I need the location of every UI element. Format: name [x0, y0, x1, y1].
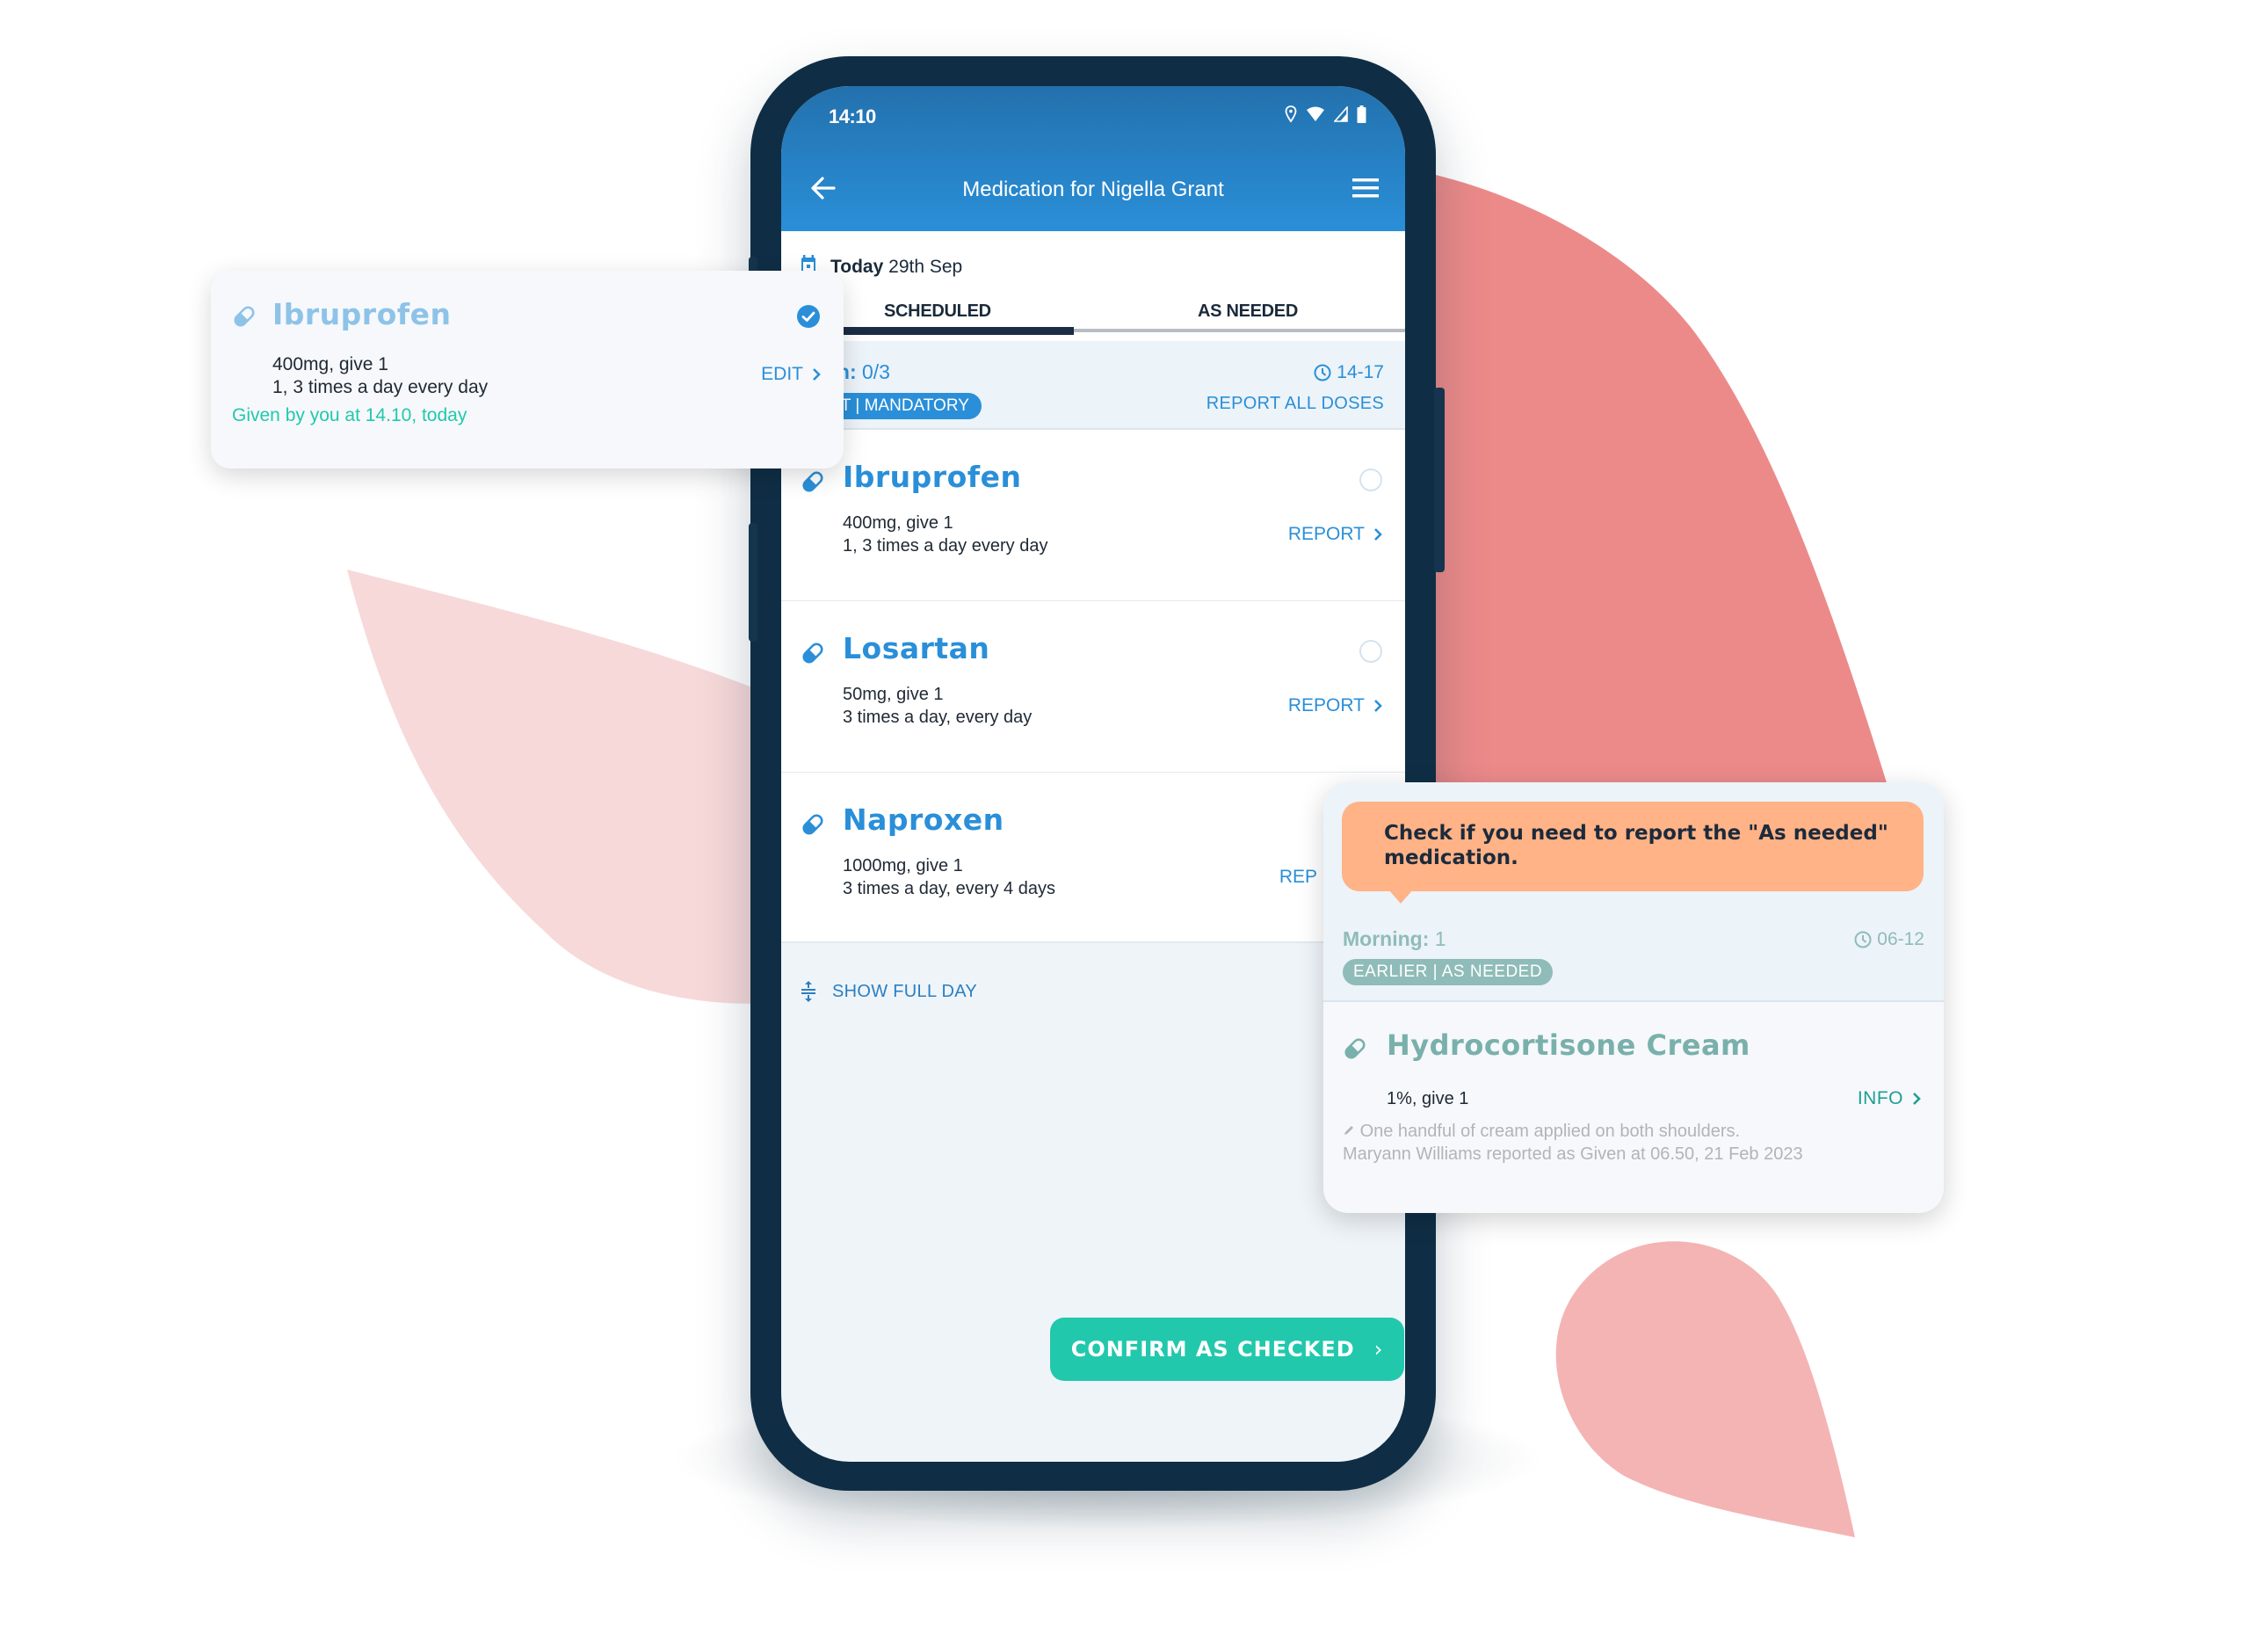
status-time: 14:10 — [829, 105, 876, 127]
as-needed-card: Check if you need to report the "As need… — [1323, 782, 1944, 1213]
chevron-right-icon — [1913, 1093, 1921, 1105]
report-note: One handful of cream applied on both sho… — [1343, 1120, 1803, 1166]
signal-icon — [1334, 106, 1348, 122]
coral-leaf-shape — [1432, 174, 1916, 879]
note-text: One handful of cream applied on both sho… — [1359, 1122, 1741, 1141]
show-full-day-button[interactable]: SHOW FULL DAY — [801, 980, 977, 1003]
medication-dose: 1000mg, give 1 — [843, 856, 963, 875]
period-label: Morning: 1 — [1343, 927, 1446, 951]
pill-icon — [802, 643, 823, 664]
location-icon — [1285, 105, 1297, 123]
tab-scheduled[interactable]: SCHEDULED — [884, 301, 991, 322]
date-and-tabs: Today 29th Sep SCHEDULED AS NEEDED — [781, 231, 1405, 341]
as-needed-header: Check if you need to report the "As need… — [1323, 782, 1944, 1002]
date-value: 29th Sep — [888, 257, 963, 277]
period-count: 1 — [1434, 927, 1446, 950]
medication-schedule: 3 times a day, every day — [843, 708, 1033, 727]
period-name: Morning: — [1343, 927, 1430, 950]
pill-icon — [1344, 1038, 1366, 1059]
checked-circle-icon[interactable] — [796, 304, 821, 329]
confirm-label: CONFIRM AS CHECKED — [1070, 1337, 1355, 1362]
reported-by-text: Maryann Williams reported as Given at 06… — [1343, 1144, 1803, 1164]
phone-volume-button-lower — [749, 523, 757, 642]
status-badge: EARLIER | AS NEEDED — [1343, 959, 1554, 985]
medication-name: Ibruprofen — [272, 297, 452, 331]
wifi-icon — [1307, 106, 1324, 121]
medication-name: Ibruprofen — [843, 460, 1022, 494]
clock-icon — [1854, 931, 1872, 948]
hamburger-menu-icon[interactable] — [1352, 176, 1379, 200]
medication-details: 400mg, give 1 1, 3 times a day every day — [843, 512, 1047, 557]
medication-dose: 50mg, give 1 — [843, 685, 944, 704]
tooltip-bubble: Check if you need to report the "As need… — [1342, 802, 1924, 891]
chevron-right-icon — [813, 368, 821, 381]
medication-dose: 400mg, give 1 — [843, 513, 953, 533]
chevron-right-icon: › — [1373, 1337, 1384, 1362]
phone-screen: 14:10 Medication for Nigella Grant Today… — [781, 86, 1405, 1462]
medication-schedule: 3 times a day, every 4 days — [843, 879, 1055, 898]
pill-icon — [802, 471, 823, 492]
edit-label: EDIT — [761, 364, 803, 384]
medication-name: Naproxen — [843, 803, 1004, 837]
clock-icon — [1314, 364, 1331, 381]
period-time: 14-17 — [1314, 362, 1384, 383]
given-medication-card[interactable]: Ibruprofen 400mg, give 1 1, 3 times a da… — [211, 271, 844, 468]
chevron-right-icon — [1374, 700, 1382, 712]
report-label: REP — [1279, 867, 1317, 887]
pink-teardrop-shape — [1555, 1241, 1855, 1537]
medication-details: 1000mg, give 1 3 times a day, every 4 da… — [843, 854, 1055, 900]
given-status-text: Given by you at 14.10, today — [232, 405, 467, 425]
report-button[interactable]: REPORT — [1288, 695, 1382, 716]
current-date: Today 29th Sep — [830, 257, 962, 278]
medication-dose: 1%, give 1 — [1387, 1089, 1469, 1108]
time-range: 14-17 — [1337, 362, 1384, 382]
pencil-icon — [1344, 1126, 1353, 1135]
page-title: Medication for Nigella Grant — [962, 178, 1224, 201]
expand-vertical-icon — [801, 981, 815, 1002]
medication-details: 400mg, give 1 1, 3 times a day every day — [272, 353, 488, 399]
info-label: INFO — [1857, 1088, 1903, 1108]
dose-checkbox[interactable] — [1359, 468, 1382, 491]
date-label: Today — [830, 257, 884, 277]
info-button[interactable]: INFO — [1858, 1088, 1921, 1109]
medication-schedule: 1, 3 times a day every day — [843, 536, 1048, 556]
report-label: REPORT — [1287, 695, 1365, 715]
show-full-day-label: SHOW FULL DAY — [832, 981, 978, 1001]
report-all-doses-link[interactable]: REPORT ALL DOSES — [1206, 394, 1384, 414]
status-icons — [1285, 105, 1366, 123]
time-range: 06-12 — [1877, 929, 1924, 949]
period-count: 0/3 — [862, 360, 890, 383]
report-button[interactable]: REPORT — [1288, 524, 1382, 545]
period-time: 06-12 — [1854, 929, 1924, 950]
tooltip-pointer — [1388, 890, 1413, 904]
edit-button[interactable]: EDIT — [761, 364, 821, 385]
medication-dose: 400mg, give 1 — [272, 354, 388, 374]
battery-icon — [1357, 105, 1366, 123]
medication-name: Hydrocortisone Cream — [1387, 1028, 1750, 1062]
medication-item[interactable]: Losartan 50mg, give 1 3 times a day, eve… — [781, 601, 1405, 774]
app-bar: 14:10 Medication for Nigella Grant — [781, 86, 1405, 231]
report-button[interactable]: REP — [1279, 867, 1317, 888]
period-section-header: ernoon: 0/3 RRENT | MANDATORY 14-17 REPO… — [781, 341, 1405, 430]
medication-name: Losartan — [843, 631, 990, 665]
dose-checkbox[interactable] — [1359, 640, 1382, 663]
pill-icon — [234, 306, 255, 327]
chevron-right-icon — [1374, 528, 1382, 541]
tab-as-needed[interactable]: AS NEEDED — [1198, 301, 1298, 322]
medication-item[interactable]: Naproxen 1000mg, give 1 3 times a day, e… — [781, 773, 1405, 943]
medication-item[interactable]: Ibruprofen 400mg, give 1 1, 3 times a da… — [781, 430, 1405, 602]
phone-power-button — [1434, 388, 1445, 572]
light-pink-leaf-shape — [347, 570, 791, 1004]
tooltip-text: Check if you need to report the "As need… — [1384, 822, 1888, 869]
medication-schedule: 1, 3 times a day every day — [272, 377, 489, 397]
medication-details: 50mg, give 1 3 times a day, every day — [843, 683, 1032, 729]
pill-icon — [802, 814, 823, 835]
confirm-as-checked-button[interactable]: CONFIRM AS CHECKED › — [1050, 1318, 1404, 1381]
report-label: REPORT — [1287, 524, 1365, 544]
